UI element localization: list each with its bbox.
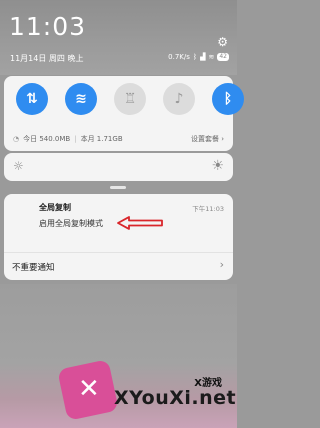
- data-usage: ◔ 今日 540.0MB | 本月 1.71GB: [13, 135, 123, 143]
- brightness-high-icon: ☀: [211, 158, 224, 174]
- logo-x-mark: ✕: [78, 374, 100, 404]
- bluetooth-icon: ᛒ: [223, 91, 233, 107]
- bluetooth-toggle[interactable]: ᛒ: [212, 83, 244, 115]
- mobile-data-icon: ⇅: [26, 91, 38, 107]
- wifi-icon: ≋: [208, 53, 215, 61]
- signal-icon: ▟: [200, 53, 206, 61]
- data-usage-icon: ◔: [13, 135, 20, 143]
- brightness-low-icon: ☼: [13, 159, 24, 173]
- status-icons: 0.7K/s ᛒ ▟ ≋ 42: [168, 53, 229, 61]
- battery-icon: 42: [217, 53, 229, 61]
- network-speed: 0.7K/s: [168, 53, 190, 61]
- watermark-logo: ✕ X游戏 XYouXi.net: [57, 352, 237, 422]
- flashlight-icon: ♖: [123, 91, 137, 107]
- plan-settings-link[interactable]: 设置套餐 ›: [191, 134, 224, 144]
- quick-settings-panel: ⇅ ≋ ♖ ♪ ᛒ ◔ 今日 540.0MB | 本月 1.71GB 设置套餐 ›: [4, 76, 244, 151]
- red-arrow-annotation: [117, 216, 163, 230]
- wifi-toggle[interactable]: ≋: [65, 83, 97, 115]
- settings-gear-icon[interactable]: ⚙: [217, 36, 228, 48]
- clock: 11:03: [9, 12, 87, 41]
- watermark-url: XYouXi.net: [114, 387, 237, 409]
- notification-time: 下午11:03: [192, 205, 224, 213]
- wifi-icon: ≋: [75, 91, 87, 107]
- mobile-data-toggle[interactable]: ⇅: [16, 83, 48, 115]
- usage-today: 今日 540.0MB: [23, 135, 71, 143]
- mute-bell-icon: ♪: [174, 91, 184, 107]
- flashlight-toggle[interactable]: ♖: [114, 83, 146, 115]
- less-important-label: 不重要通知: [12, 263, 55, 273]
- notification-body: 启用全局复制模式: [39, 219, 103, 228]
- brightness-slider[interactable]: ☼ ☀: [4, 153, 233, 181]
- usage-month: 本月 1.71GB: [80, 135, 123, 143]
- bluetooth-icon: ᛒ: [192, 53, 198, 61]
- mute-bell-toggle[interactable]: ♪: [163, 83, 195, 115]
- notification-title: 全局复制: [39, 203, 71, 212]
- drag-handle[interactable]: [110, 186, 126, 189]
- less-important-notifications[interactable]: 不重要通知 ›: [4, 253, 233, 280]
- chevron-right-icon: ›: [219, 258, 224, 271]
- date-label: 11月14日 周四 晚上: [10, 54, 84, 63]
- quick-toggle-row: ⇅ ≋ ♖ ♪ ᛒ: [16, 83, 244, 115]
- notification-card[interactable]: 全局复制 启用全局复制模式 下午11:03: [4, 194, 233, 253]
